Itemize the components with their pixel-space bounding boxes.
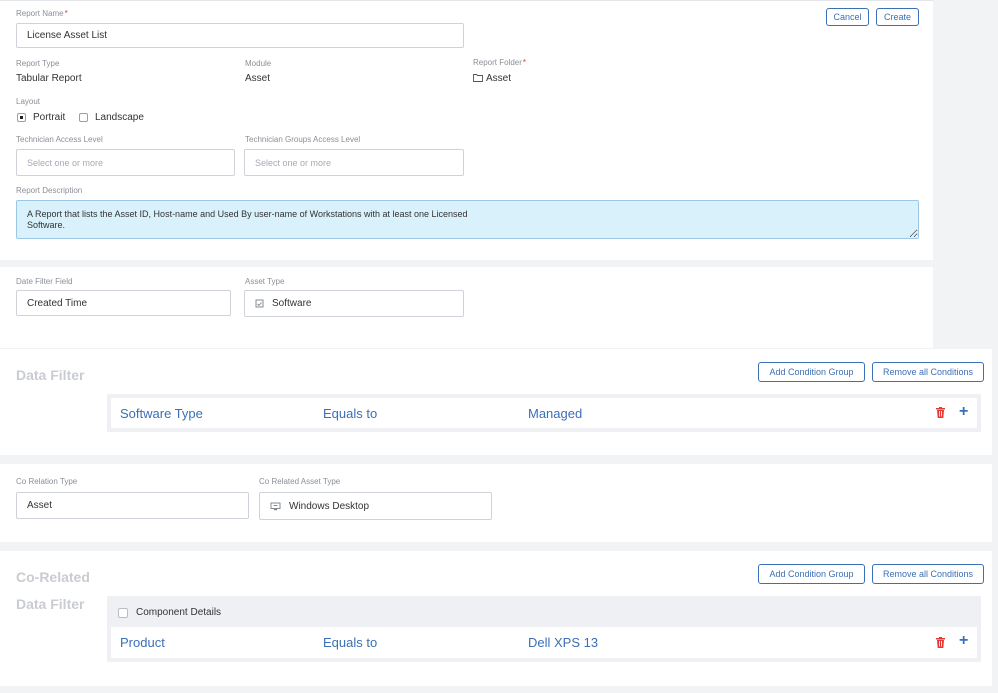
data-filter-panel: Data Filter Add Condition Group Remove a… (0, 349, 992, 455)
corelated-condition-row[interactable]: Product Equals to Dell XPS 13 + (111, 627, 977, 658)
corelated-condition-group: Component Details Product Equals to Dell… (107, 596, 981, 662)
create-button[interactable]: Create (876, 8, 919, 26)
add-condition-group-button[interactable]: Add Condition Group (758, 362, 865, 382)
tech-groups-select[interactable]: Select one or more (244, 149, 464, 176)
corelation-type-select[interactable]: Asset (16, 492, 249, 519)
condition-field[interactable]: Software Type (120, 406, 203, 421)
layout-label: Layout (16, 97, 41, 106)
date-filter-select[interactable]: Created Time (16, 290, 231, 316)
condition-group: Software Type Equals to Managed + (107, 394, 981, 432)
software-icon (255, 299, 264, 308)
corelated-filter-title-line2: Data Filter (16, 596, 85, 612)
corelated-remove-all-conditions-button[interactable]: Remove all Conditions (872, 564, 984, 584)
report-folder-label: Report Folder* (473, 58, 527, 67)
report-details-panel: Report Name* License Asset List Cancel C… (0, 0, 933, 260)
condition-value[interactable]: Managed (528, 406, 582, 421)
trash-icon[interactable] (936, 637, 945, 648)
folder-icon (473, 74, 483, 82)
add-condition-icon[interactable]: + (959, 404, 968, 420)
report-name-input[interactable]: License Asset List (16, 23, 464, 48)
report-type-value: Tabular Report (16, 73, 82, 84)
corelation-panel: Co Relation Type Asset Co Related Asset … (0, 464, 992, 542)
module-label: Module (245, 59, 272, 68)
data-filter-title: Data Filter (16, 367, 85, 383)
module-value: Asset (245, 73, 271, 84)
remove-all-conditions-button[interactable]: Remove all Conditions (872, 362, 984, 382)
desktop-icon (270, 502, 281, 510)
corelated-filter-title-line1: Co-Related (16, 569, 90, 585)
landscape-label: Landscape (95, 112, 144, 123)
report-description-label: Report Description (16, 186, 83, 195)
component-details-label: Component Details (136, 607, 222, 618)
landscape-radio[interactable] (79, 113, 88, 122)
report-type-label: Report Type (16, 59, 60, 68)
corelated-condition-operator[interactable]: Equals to (323, 635, 377, 650)
date-filter-label: Date Filter Field (16, 277, 73, 286)
corelation-type-label: Co Relation Type (16, 477, 78, 486)
tech-access-select[interactable]: Select one or more (16, 149, 235, 176)
condition-row[interactable]: Software Type Equals to Managed + (111, 398, 977, 428)
component-details-checkbox[interactable] (118, 608, 128, 618)
report-description-textarea[interactable]: A Report that lists the Asset ID, Host-n… (16, 200, 919, 239)
portrait-radio[interactable] (17, 113, 26, 122)
portrait-label: Portrait (33, 112, 66, 123)
corelated-filter-panel: Co-Related Data Filter Add Condition Gro… (0, 551, 992, 686)
filter-fields-panel: Date Filter Field Created Time Asset Typ… (0, 267, 933, 348)
corelated-asset-type-label: Co Related Asset Type (259, 477, 341, 486)
asset-type-label: Asset Type (245, 277, 285, 286)
asset-type-select[interactable]: Software (244, 290, 464, 317)
cancel-button[interactable]: Cancel (826, 8, 869, 26)
corelated-condition-value[interactable]: Dell XPS 13 (528, 635, 598, 650)
corelated-add-condition-group-button[interactable]: Add Condition Group (758, 564, 865, 584)
condition-operator[interactable]: Equals to (323, 406, 377, 421)
corelated-asset-type-select[interactable]: Windows Desktop (259, 492, 492, 520)
tech-groups-label: Technician Groups Access Level (245, 135, 361, 144)
tech-access-label: Technician Access Level (16, 135, 103, 144)
report-name-label: Report Name* (16, 9, 68, 18)
report-folder-value[interactable]: Asset (473, 73, 511, 84)
add-condition-icon[interactable]: + (959, 633, 968, 649)
trash-icon[interactable] (936, 407, 945, 418)
corelated-condition-field[interactable]: Product (120, 635, 165, 650)
